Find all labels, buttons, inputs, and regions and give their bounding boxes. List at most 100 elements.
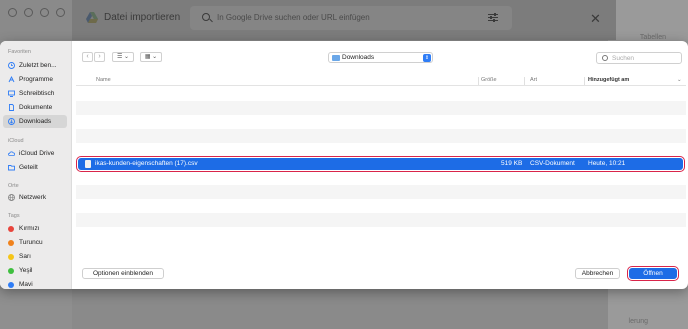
dialog-footer: Optionen einblenden Abbrechen Öffnen bbox=[72, 255, 688, 289]
finder-sidebar: Favoriten Zuletzt ben... Programme Schre… bbox=[0, 41, 72, 289]
tag-color-dot bbox=[8, 267, 14, 274]
format-paint-icon bbox=[56, 8, 65, 17]
print-icon bbox=[40, 8, 49, 17]
sidebar-section-tags: Tags bbox=[8, 213, 20, 219]
sidebar-item-label: Zuletzt ben... bbox=[19, 62, 57, 69]
sidebar-tag-green[interactable]: Yeşil bbox=[3, 264, 67, 277]
back-button[interactable]: ‹ bbox=[82, 52, 93, 62]
desktop-icon bbox=[8, 90, 15, 97]
apps-icon bbox=[8, 76, 15, 83]
sidebar-item-label: Yeşil bbox=[19, 267, 33, 274]
sidebar-item-applications[interactable]: Programme bbox=[3, 73, 67, 86]
location-label: Downloads bbox=[342, 54, 375, 61]
empty-row bbox=[76, 129, 686, 143]
sidebar-tag-red[interactable]: Kırmızı bbox=[3, 222, 67, 235]
empty-row bbox=[76, 227, 686, 241]
finder-toolbar: ‹ › ☰ ⌄ ▦ ⌄ Downloads ⇕ Suchen bbox=[72, 41, 688, 73]
file-name: ikas-kunden-eigenschaften (17).csv bbox=[95, 160, 198, 167]
sidebar-item-label: Downloads bbox=[19, 118, 52, 125]
drive-search-input[interactable]: In Google Drive suchen oder URL einfügen bbox=[190, 6, 512, 30]
column-header-size[interactable]: Größe bbox=[481, 77, 497, 83]
sidebar-item-downloads[interactable]: Downloads bbox=[3, 115, 67, 128]
empty-row bbox=[76, 143, 686, 157]
background-label: Tabellen bbox=[639, 34, 666, 41]
open-button[interactable]: Öffnen bbox=[627, 266, 679, 281]
close-icon[interactable]: ✕ bbox=[590, 12, 601, 25]
show-options-button[interactable]: Optionen einblenden bbox=[82, 268, 164, 279]
sidebar-item-network[interactable]: Netzwerk bbox=[3, 191, 67, 204]
column-header-date-added[interactable]: Hinzugefügt am bbox=[588, 77, 629, 83]
sidebar-item-label: Mavi bbox=[19, 281, 33, 288]
file-kind: CSV-Dokument bbox=[530, 160, 575, 167]
globe-icon bbox=[8, 194, 15, 201]
filter-options-icon[interactable] bbox=[488, 13, 498, 22]
cancel-button[interactable]: Abbrechen bbox=[575, 268, 620, 279]
file-size: 519 KB bbox=[501, 160, 523, 167]
tag-color-dot bbox=[8, 239, 14, 246]
sidebar-tag-blue[interactable]: Mavi bbox=[3, 278, 67, 289]
sidebar-item-label: Kırmızı bbox=[19, 225, 40, 232]
location-selector[interactable]: Downloads ⇕ bbox=[328, 52, 433, 63]
empty-row bbox=[76, 115, 686, 129]
empty-row bbox=[76, 199, 686, 213]
csv-file-icon bbox=[85, 160, 91, 168]
search-icon bbox=[202, 13, 210, 21]
background-label: lerung bbox=[628, 318, 648, 325]
sidebar-item-recents[interactable]: Zuletzt ben... bbox=[3, 59, 67, 72]
document-icon bbox=[9, 104, 14, 111]
sidebar-item-label: Netzwerk bbox=[19, 194, 47, 201]
sidebar-item-shared[interactable]: Geteilt bbox=[3, 161, 67, 174]
sidebar-item-label: Programme bbox=[19, 76, 53, 83]
sidebar-section-favorites: Favoriten bbox=[8, 49, 31, 55]
sidebar-tag-yellow[interactable]: Sarı bbox=[3, 250, 67, 263]
cloud-icon bbox=[8, 151, 15, 156]
undo-icon bbox=[8, 8, 17, 17]
column-divider[interactable] bbox=[478, 77, 479, 85]
shared-folder-icon bbox=[8, 165, 15, 171]
finder-main-pane: ‹ › ☰ ⌄ ▦ ⌄ Downloads ⇕ Suchen Name Größ… bbox=[72, 41, 688, 289]
sidebar-item-desktop[interactable]: Schreibtisch bbox=[3, 87, 67, 100]
empty-row bbox=[76, 213, 686, 227]
table-row[interactable]: ikas-kunden-eigenschaften (17).csv 519 K… bbox=[76, 156, 685, 172]
list-view-button[interactable]: ☰ ⌄ bbox=[112, 52, 134, 62]
column-divider[interactable] bbox=[524, 77, 525, 85]
empty-row bbox=[76, 171, 686, 185]
tag-color-dot bbox=[8, 281, 14, 288]
column-header-kind[interactable]: Art bbox=[530, 77, 537, 83]
google-drive-icon bbox=[86, 12, 98, 23]
sort-chevron-icon: ⌄ bbox=[677, 77, 682, 83]
sidebar-item-documents[interactable]: Dokumente bbox=[3, 101, 67, 114]
empty-row bbox=[76, 185, 686, 199]
file-date-added: Heute, 10:21 bbox=[588, 160, 626, 167]
column-header-name[interactable]: Name bbox=[96, 77, 111, 83]
sidebar-item-label: Schreibtisch bbox=[19, 90, 55, 97]
forward-button[interactable]: › bbox=[94, 52, 105, 62]
sidebar-section-icloud: iCloud bbox=[8, 138, 24, 144]
sidebar-item-label: Sarı bbox=[19, 253, 31, 260]
column-header-row: Name Größe Art Hinzugefügt am ⌄ bbox=[76, 74, 686, 86]
sidebar-item-label: Dokumente bbox=[19, 104, 53, 111]
drive-search-placeholder: In Google Drive suchen oder URL einfügen bbox=[217, 13, 370, 22]
sidebar-item-label: Geteilt bbox=[19, 164, 38, 171]
search-placeholder: Suchen bbox=[612, 55, 635, 62]
file-open-dialog: Favoriten Zuletzt ben... Programme Schre… bbox=[0, 41, 688, 289]
clock-icon bbox=[8, 62, 15, 69]
column-divider[interactable] bbox=[584, 77, 585, 85]
tag-color-dot bbox=[8, 225, 14, 232]
download-icon bbox=[8, 118, 15, 125]
empty-row bbox=[76, 101, 686, 115]
chevron-updown-icon: ⇕ bbox=[423, 54, 431, 62]
search-icon bbox=[602, 55, 608, 61]
sidebar-tag-orange[interactable]: Turuncu bbox=[3, 236, 67, 249]
finder-search-input[interactable]: Suchen bbox=[596, 52, 682, 64]
background-toolbar bbox=[0, 0, 80, 40]
sidebar-item-label: iCloud Drive bbox=[19, 150, 55, 157]
sidebar-item-label: Turuncu bbox=[19, 239, 43, 246]
drive-import-header: Datei importieren In Google Drive suchen… bbox=[72, 0, 616, 40]
grid-view-button[interactable]: ▦ ⌄ bbox=[140, 52, 162, 62]
empty-row bbox=[76, 87, 686, 101]
file-list: ikas-kunden-eigenschaften (17).csv 519 K… bbox=[76, 87, 686, 247]
folder-icon bbox=[332, 55, 340, 61]
sidebar-item-icloud-drive[interactable]: iCloud Drive bbox=[3, 147, 67, 160]
sidebar-section-places: Orte bbox=[8, 183, 19, 189]
